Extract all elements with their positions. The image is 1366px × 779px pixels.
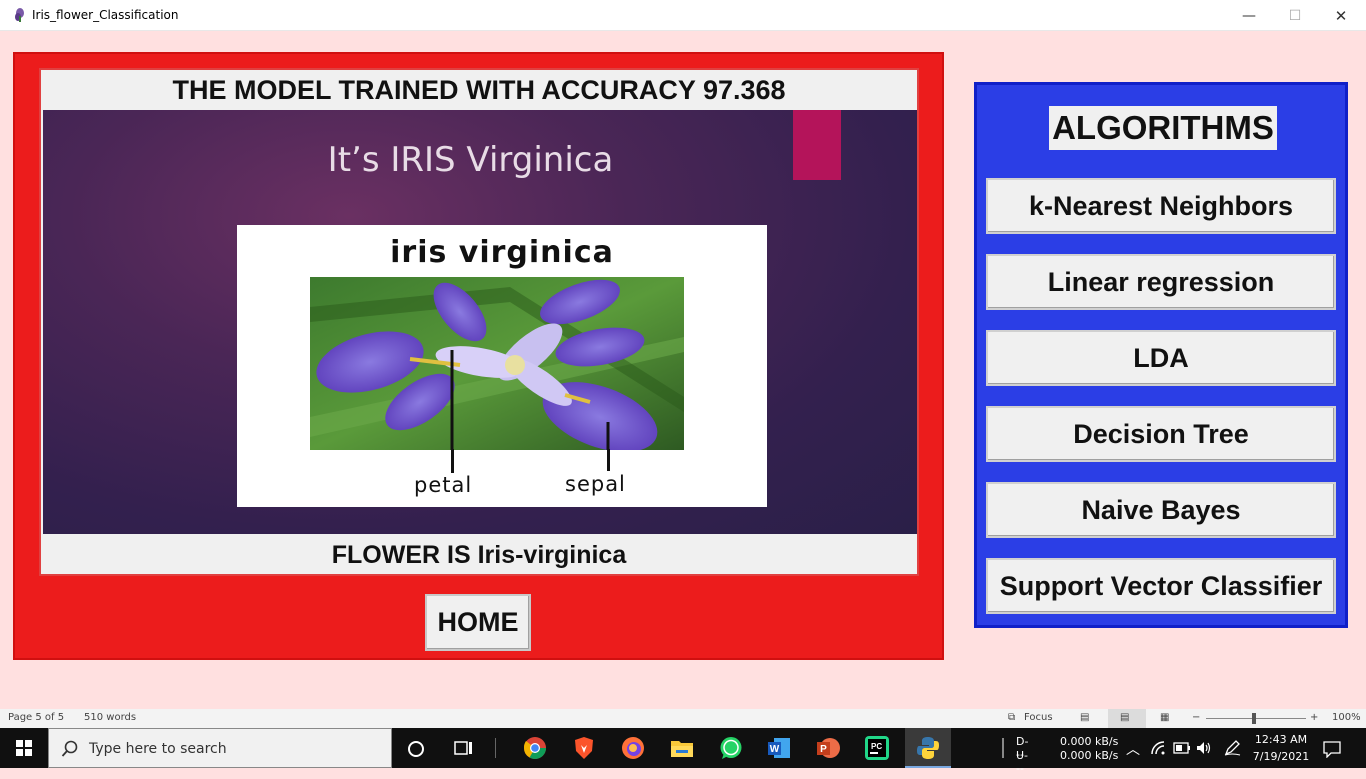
wifi-icon[interactable] bbox=[1150, 740, 1166, 756]
clock[interactable]: 12:43 AM 7/19/2021 bbox=[1250, 728, 1312, 768]
petal-pointer bbox=[451, 449, 454, 473]
zoom-level[interactable]: 100% bbox=[1332, 712, 1361, 723]
diagram-title: iris virginica bbox=[390, 235, 614, 270]
search-placeholder: Type here to search bbox=[89, 741, 227, 757]
result-panel: THE MODEL TRAINED WITH ACCURACY 97.368 I… bbox=[13, 52, 944, 660]
search-icon bbox=[61, 740, 78, 757]
maximize-button[interactable]: ☐ bbox=[1272, 0, 1318, 31]
read-mode-icon[interactable]: ▤ bbox=[1080, 712, 1089, 723]
down-rate: 0.000 kB/s bbox=[1060, 735, 1119, 748]
accuracy-label: THE MODEL TRAINED WITH ACCURACY 97.368 bbox=[172, 75, 786, 105]
clock-date: 7/19/2021 bbox=[1252, 750, 1310, 763]
focus-mode-button[interactable]: Focus bbox=[1024, 712, 1053, 723]
windows-start-icon[interactable] bbox=[16, 740, 32, 756]
python-feather-icon bbox=[15, 8, 24, 22]
slide-heading: It’s IRIS Virginica bbox=[327, 140, 614, 180]
cortana-icon[interactable] bbox=[407, 740, 425, 758]
decision-tree-button[interactable]: Decision Tree bbox=[986, 406, 1336, 462]
linear-regression-button[interactable]: Linear regression bbox=[986, 254, 1336, 310]
word-count: 510 words bbox=[84, 712, 137, 723]
window-title: Iris_flower_Classification bbox=[32, 8, 179, 22]
web-layout-icon[interactable]: ▦ bbox=[1160, 712, 1169, 723]
whatsapp-icon[interactable] bbox=[719, 736, 743, 760]
naive-bayes-button[interactable]: Naive Bayes bbox=[986, 482, 1336, 538]
flower-diagram-card: iris virginica petal sepal bbox=[237, 225, 767, 507]
python-app-active[interactable] bbox=[905, 728, 951, 768]
taskbar-divider bbox=[495, 738, 496, 758]
chrome-icon[interactable] bbox=[523, 736, 547, 760]
minimize-button[interactable]: — bbox=[1226, 0, 1272, 31]
close-button[interactable]: ✕ bbox=[1318, 0, 1364, 31]
word-icon[interactable]: W bbox=[767, 736, 791, 760]
svc-button[interactable]: Support Vector Classifier bbox=[986, 558, 1336, 614]
tray-divider bbox=[1002, 738, 1004, 758]
volume-icon[interactable] bbox=[1196, 740, 1212, 756]
taskbar-search[interactable]: Type here to search bbox=[48, 728, 392, 768]
iris-flower-photo bbox=[310, 277, 684, 450]
sepal-pointer bbox=[607, 449, 610, 471]
clock-time: 12:43 AM bbox=[1254, 733, 1308, 746]
knn-button[interactable]: k-Nearest Neighbors bbox=[986, 178, 1336, 234]
svg-text:W: W bbox=[770, 744, 780, 755]
petal-label: petal bbox=[414, 473, 473, 497]
powerpoint-icon[interactable]: P bbox=[816, 736, 840, 760]
sepal-label: sepal bbox=[565, 472, 626, 496]
prediction-image: It’s IRIS Virginica iris virginica petal… bbox=[43, 110, 917, 534]
file-explorer-icon[interactable] bbox=[670, 736, 694, 760]
word-status-bar: Page 5 of 5 510 words ⧉ Focus ▤ ▤ ▦ − + … bbox=[0, 709, 1366, 728]
home-button[interactable]: HOME bbox=[425, 594, 531, 651]
pen-icon[interactable] bbox=[1224, 740, 1242, 756]
python-icon bbox=[917, 737, 939, 759]
zoom-slider-thumb[interactable] bbox=[1252, 713, 1256, 724]
prediction-result-label: FLOWER IS Iris-virginica bbox=[331, 541, 627, 569]
algorithms-panel: ALGORITHMS k-Nearest Neighbors Linear re… bbox=[974, 82, 1348, 628]
focus-icon[interactable]: ⧉ bbox=[1008, 712, 1015, 723]
algorithms-title: ALGORITHMS bbox=[1049, 106, 1277, 150]
zoom-slider[interactable] bbox=[1206, 718, 1306, 719]
zoom-out-icon[interactable]: − bbox=[1192, 712, 1200, 723]
brave-icon[interactable] bbox=[572, 736, 596, 760]
windows-taskbar: Type here to search W P PC D--- U--- 0.0… bbox=[0, 728, 1366, 775]
svg-text:PC: PC bbox=[871, 742, 882, 751]
net-up-label: U--- bbox=[1016, 749, 1029, 775]
task-view-icon[interactable] bbox=[454, 739, 474, 757]
zoom-in-icon[interactable]: + bbox=[1310, 712, 1318, 723]
window-titlebar: Iris_flower_Classification — ☐ ✕ bbox=[0, 0, 1366, 31]
lda-button[interactable]: LDA bbox=[986, 330, 1336, 386]
chevron-up-icon[interactable]: ︿ bbox=[1126, 739, 1140, 779]
up-rate: 0.000 kB/s bbox=[1060, 749, 1119, 762]
notifications-icon[interactable] bbox=[1323, 740, 1341, 758]
battery-icon[interactable] bbox=[1173, 741, 1191, 755]
app-client-area: THE MODEL TRAINED WITH ACCURACY 97.368 I… bbox=[0, 31, 1366, 709]
pycharm-icon[interactable]: PC bbox=[865, 736, 889, 760]
prediction-frame: THE MODEL TRAINED WITH ACCURACY 97.368 I… bbox=[39, 68, 919, 576]
page-count: Page 5 of 5 bbox=[8, 712, 65, 723]
print-layout-icon: ▤ bbox=[1120, 712, 1130, 723]
svg-text:P: P bbox=[820, 744, 827, 755]
firefox-icon[interactable] bbox=[621, 736, 645, 760]
